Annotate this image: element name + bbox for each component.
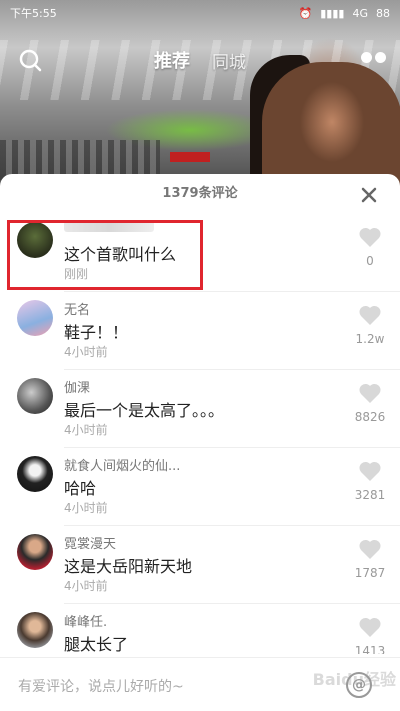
blurred-name <box>64 221 154 232</box>
comment-text: 最后一个是太高了。。。 <box>64 401 225 420</box>
comment-text: 鞋子！！ <box>64 323 129 342</box>
comment-input-bar[interactable]: 有爱评论，说点儿好听的~ Baidu经验 @ <box>0 657 400 711</box>
like-button[interactable]: 8826 <box>354 382 386 424</box>
search-icon[interactable] <box>18 48 42 72</box>
avatar[interactable] <box>17 222 53 258</box>
status-time: 下午5:55 <box>10 7 57 20</box>
top-nav: 推荐 同城 <box>0 38 400 82</box>
video-sign <box>170 152 210 162</box>
like-button[interactable]: 3281 <box>354 460 386 502</box>
comment-text: 这个首歌叫什么 <box>64 245 177 264</box>
comment-time: 4小时前 <box>64 501 108 515</box>
comment-author[interactable]: 无名 <box>64 299 90 318</box>
signal-icon: ▮▮▮▮ <box>320 6 345 20</box>
alarm-icon: ⏰ <box>298 6 313 20</box>
heart-icon <box>359 305 381 325</box>
avatar[interactable] <box>17 612 53 648</box>
comment-text: 这是大岳阳新天地 <box>64 557 193 576</box>
like-button[interactable]: 0 <box>354 226 386 268</box>
heart-icon <box>359 461 381 481</box>
comment-count: 1379条评论 <box>162 186 238 201</box>
comment-item[interactable]: 无名 鞋子！！ 4小时前 1.2w <box>0 292 400 370</box>
comment-item[interactable]: 伽淉 最后一个是太高了。。。 4小时前 8826 <box>0 370 400 448</box>
comment-text: 哈哈 <box>64 479 97 498</box>
like-count: 1.2w <box>355 332 385 346</box>
battery-level: 88 <box>376 6 390 20</box>
avatar[interactable] <box>17 456 53 492</box>
comment-author[interactable] <box>64 221 154 236</box>
avatar[interactable] <box>17 378 53 414</box>
tab-nearby[interactable]: 同城 <box>212 48 246 73</box>
close-icon[interactable] <box>358 183 380 205</box>
comment-item[interactable]: 这个首歌叫什么 刚刚 0 <box>0 214 400 292</box>
network-label: 4G <box>352 6 368 20</box>
like-count: 1787 <box>354 566 386 580</box>
comment-author[interactable]: 霓裳漫天 <box>64 533 116 552</box>
nav-tabs: 推荐 同城 <box>154 47 246 73</box>
like-button[interactable]: 1413 <box>354 616 386 654</box>
comment-item[interactable]: 峰峰任. 腿太长了 1413 <box>0 604 400 654</box>
comment-list: 这个首歌叫什么 刚刚 0 无名 鞋子！！ 4小时前 1.2w 伽淉 最后一个是太… <box>0 214 400 654</box>
comment-item[interactable]: 霓裳漫天 这是大岳阳新天地 4小时前 1787 <box>0 526 400 604</box>
status-icons: ⏰ ▮▮▮▮ 4G 88 <box>299 7 390 20</box>
comment-time: 刚刚 <box>64 267 89 281</box>
like-count: 0 <box>366 254 374 268</box>
heart-icon <box>359 383 381 403</box>
mention-at-icon[interactable]: @ <box>346 672 372 698</box>
like-count: 3281 <box>354 488 386 502</box>
heart-icon <box>359 617 381 637</box>
like-count: 8826 <box>354 410 386 424</box>
like-count: 1413 <box>354 644 386 654</box>
like-button[interactable]: 1787 <box>354 538 386 580</box>
comment-time: 4小时前 <box>64 345 108 359</box>
avatar[interactable] <box>17 534 53 570</box>
status-bar: 下午5:55 ⏰ ▮▮▮▮ 4G 88 <box>0 0 400 26</box>
more-options-icon[interactable] <box>361 52 386 63</box>
video-background[interactable] <box>0 0 400 190</box>
comment-time: 4小时前 <box>64 423 108 437</box>
heart-icon <box>359 227 381 247</box>
comment-time: 4小时前 <box>64 579 108 593</box>
comment-input[interactable]: 有爱评论，说点儿好听的~ <box>18 676 184 696</box>
avatar[interactable] <box>17 300 53 336</box>
like-button[interactable]: 1.2w <box>354 304 386 346</box>
comment-item[interactable]: 就食人间烟火的仙... 哈哈 4小时前 3281 <box>0 448 400 526</box>
comments-panel: 1379条评论 这个首歌叫什么 刚刚 0 无名 鞋子！！ 4小时前 1.2w 伽… <box>0 174 400 711</box>
tab-recommend[interactable]: 推荐 <box>154 47 190 73</box>
comment-author[interactable]: 伽淉 <box>64 377 90 396</box>
heart-icon <box>359 539 381 559</box>
comment-author[interactable]: 就食人间烟火的仙... <box>64 455 180 474</box>
comments-header: 1379条评论 <box>0 174 400 214</box>
comment-author[interactable]: 峰峰任. <box>64 611 107 630</box>
comment-text: 腿太长了 <box>64 635 129 654</box>
